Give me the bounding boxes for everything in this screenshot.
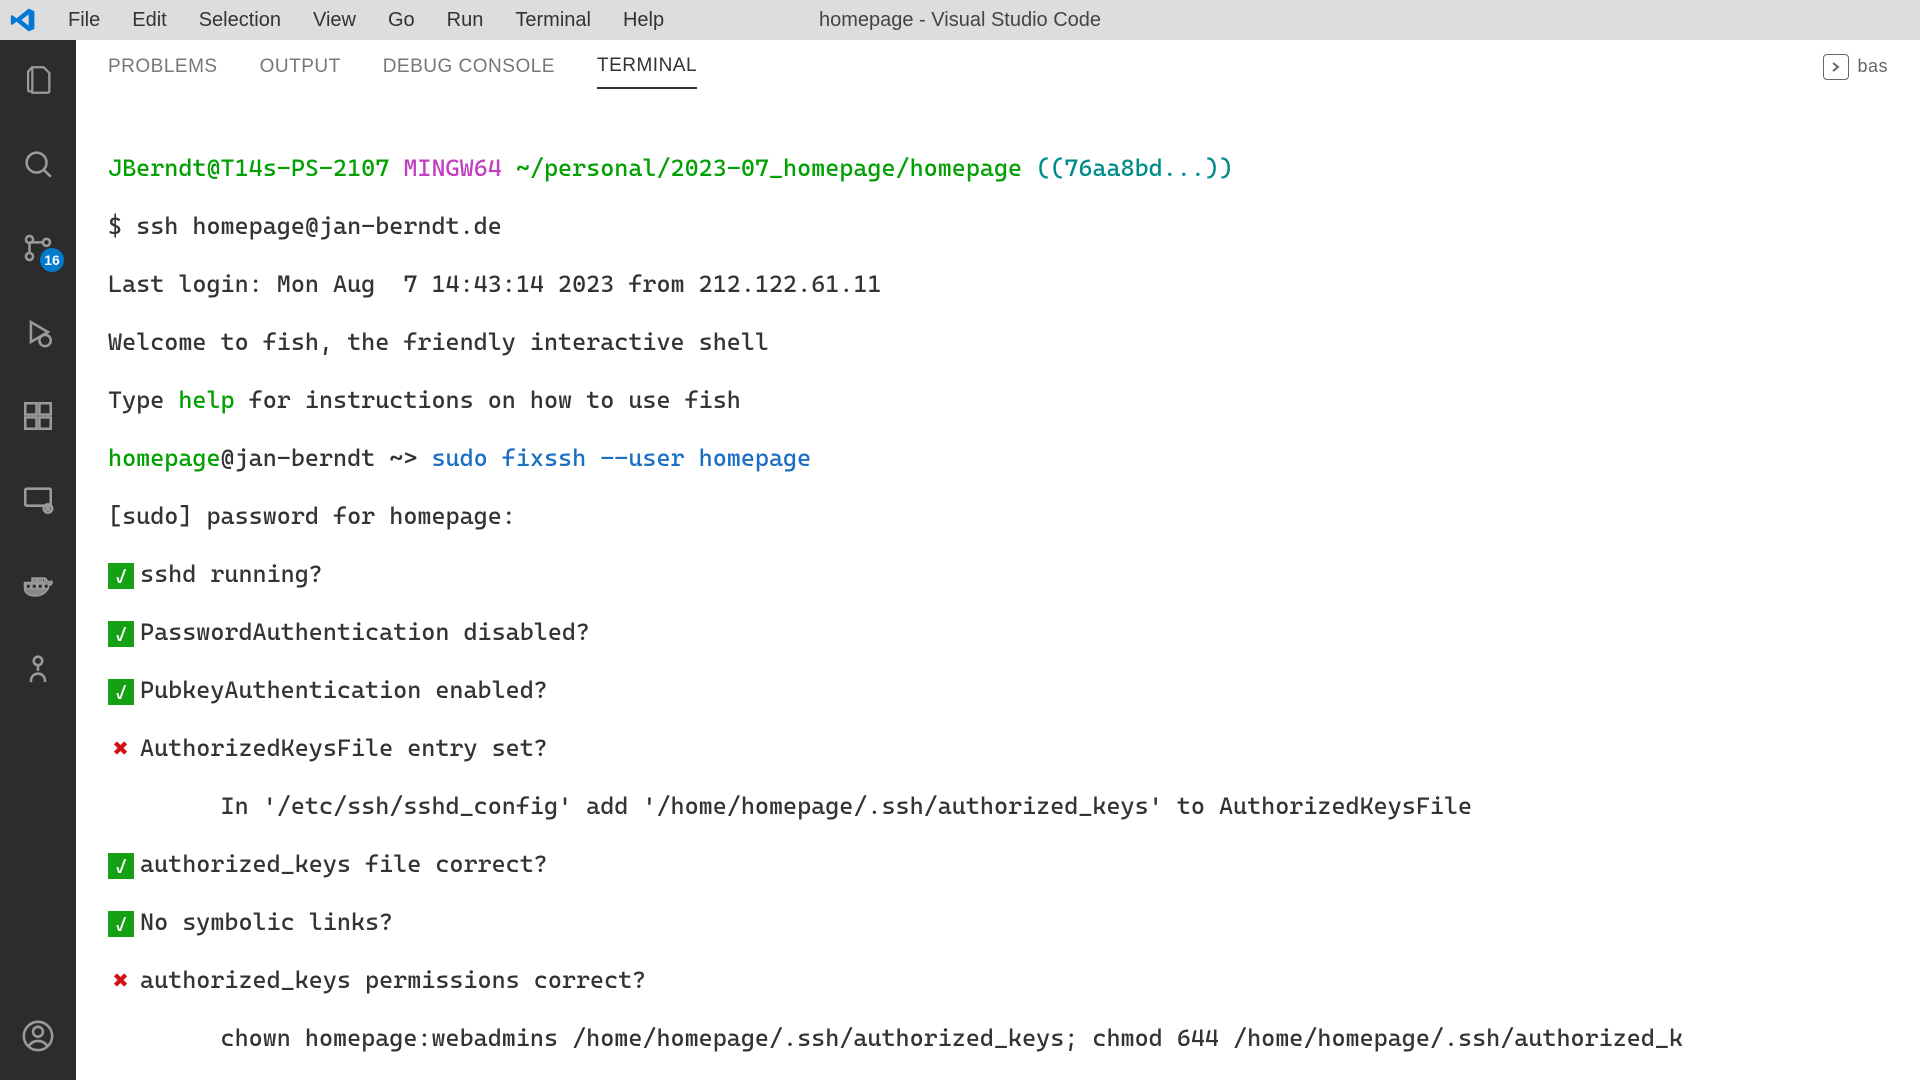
panel-tabs: PROBLEMS OUTPUT DEBUG CONSOLE TERMINAL b… — [76, 40, 1920, 94]
check-line: ✓PubkeyAuthentication enabled? — [108, 676, 1920, 705]
fish-user: homepage — [108, 444, 221, 472]
check-line: ✖authorized_keys permissions correct? — [108, 966, 1920, 995]
prompt-path: ~/personal/2023-07_homepage/homepage — [516, 154, 1022, 182]
titlebar: File Edit Selection View Go Run Terminal… — [0, 0, 1920, 40]
check-line: ✓PasswordAuthentication disabled? — [108, 618, 1920, 647]
check-hint: In '/etc/ssh/sshd_config' add '/home/hom… — [108, 792, 1920, 821]
tab-output[interactable]: OUTPUT — [260, 46, 341, 88]
menu-selection[interactable]: Selection — [185, 5, 295, 36]
check-text: PasswordAuthentication disabled? — [140, 618, 590, 646]
window-title: homepage - Visual Studio Code — [819, 9, 1101, 32]
check-text: sshd running? — [140, 560, 323, 588]
check-ok-icon: ✓ — [108, 911, 134, 937]
prompt-user: JBerndt@T14s-PS-2107 — [108, 154, 389, 182]
panel-area: PROBLEMS OUTPUT DEBUG CONSOLE TERMINAL b… — [76, 40, 1920, 1080]
menu-view[interactable]: View — [299, 5, 370, 36]
check-text: authorized_keys file correct? — [140, 850, 548, 878]
check-ok-icon: ✓ — [108, 621, 134, 647]
menu-terminal[interactable]: Terminal — [501, 5, 605, 36]
type-help: help — [178, 386, 234, 414]
menu-run[interactable]: Run — [433, 5, 498, 36]
source-control-icon[interactable]: 16 — [18, 228, 58, 268]
check-text: authorized_keys permissions correct? — [140, 966, 646, 994]
fish-cmd: sudo fixssh --user homepage — [417, 444, 811, 472]
check-line: ✓authorized_keys file correct? — [108, 850, 1920, 879]
tab-terminal[interactable]: TERMINAL — [597, 45, 697, 89]
fish-at: @jan-berndt ~> — [221, 444, 418, 472]
check-text: No symbolic links? — [140, 908, 393, 936]
menu-edit[interactable]: Edit — [118, 5, 180, 36]
explorer-icon[interactable] — [18, 60, 58, 100]
check-ok-icon: ✓ — [108, 563, 134, 589]
menu-help[interactable]: Help — [609, 5, 678, 36]
prompt-mingw: MINGW64 — [403, 154, 501, 182]
docker-icon[interactable] — [18, 564, 58, 604]
activitybar: 16 — [0, 40, 76, 1080]
gitlens-icon[interactable] — [18, 648, 58, 688]
terminal-output[interactable]: JBerndt@T14s-PS-2107 MINGW64 ~/personal/… — [76, 94, 1920, 1080]
type-pre: Type — [108, 386, 178, 414]
check-line: ✓No symbolic links? — [108, 908, 1920, 937]
accounts-icon[interactable] — [18, 1016, 58, 1056]
type-post: for instructions on how to use fish — [235, 386, 741, 414]
menu-file[interactable]: File — [54, 5, 114, 36]
check-text: PubkeyAuthentication enabled? — [140, 676, 548, 704]
run-debug-icon[interactable] — [18, 312, 58, 352]
check-line: ✖AuthorizedKeysFile entry set? — [108, 734, 1920, 763]
prompt-branch: ((76aa8bd...)) — [1036, 154, 1233, 182]
welcome-fish: Welcome to fish, the friendly interactiv… — [108, 328, 1920, 357]
search-icon[interactable] — [18, 144, 58, 184]
check-fail-icon: ✖ — [108, 968, 134, 994]
terminal-shell-label[interactable]: bas — [1857, 56, 1888, 77]
tab-problems[interactable]: PROBLEMS — [108, 46, 218, 88]
remote-explorer-icon[interactable] — [18, 480, 58, 520]
scm-badge: 16 — [40, 248, 64, 272]
last-login: Last login: Mon Aug 7 14:43:14 2023 from… — [108, 270, 1920, 299]
check-ok-icon: ✓ — [108, 679, 134, 705]
cmd-ssh: $ ssh homepage@jan-berndt.de — [108, 212, 1920, 241]
check-ok-icon: ✓ — [108, 853, 134, 879]
extensions-icon[interactable] — [18, 396, 58, 436]
sudo-pw: [sudo] password for homepage: — [108, 502, 1920, 531]
menu-go[interactable]: Go — [374, 5, 429, 36]
terminal-launch-icon[interactable] — [1823, 54, 1849, 80]
vscode-logo-icon — [8, 5, 38, 35]
check-line: ✓sshd running? — [108, 560, 1920, 589]
check-fail-icon: ✖ — [108, 736, 134, 762]
tab-debug-console[interactable]: DEBUG CONSOLE — [383, 46, 555, 88]
check-text: AuthorizedKeysFile entry set? — [140, 734, 548, 762]
check-hint: chown homepage:webadmins /home/homepage/… — [108, 1024, 1920, 1053]
